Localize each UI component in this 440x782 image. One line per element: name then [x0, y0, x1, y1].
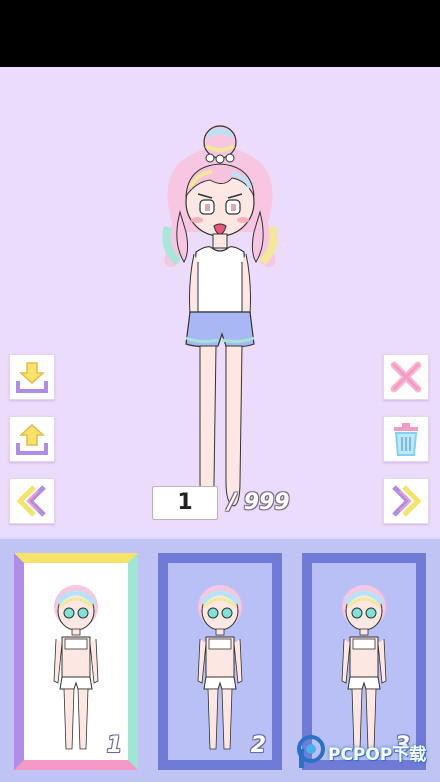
slot-doll-preview: [341, 585, 387, 750]
main-doll-character[interactable]: [150, 122, 290, 517]
next-page-button[interactable]: [383, 478, 429, 524]
save-down-button[interactable]: [9, 354, 55, 400]
watermark: PCPOP下载: [296, 734, 426, 770]
save-slot-1[interactable]: 1: [14, 553, 138, 770]
save-down-icon: [16, 362, 48, 393]
pcpop-logo: [297, 735, 325, 768]
previous-page-button[interactable]: [9, 478, 55, 524]
watermark-text: PCPOP下载: [328, 744, 427, 765]
upload-icon: [16, 423, 48, 455]
delete-button[interactable]: [383, 416, 429, 462]
slot-doll-preview: [197, 585, 243, 750]
next-page-icon: [392, 485, 422, 517]
top-black-bar: [0, 0, 440, 67]
trash-icon: [394, 423, 418, 456]
previous-page-icon: [16, 485, 46, 517]
doll-editor-stage: 1 / 999: [0, 67, 440, 537]
page-total-label: / 999: [228, 490, 290, 515]
slot-doll-preview: [53, 585, 99, 750]
save-slot-2[interactable]: 2: [158, 553, 282, 770]
save-slot-number: 2: [250, 733, 266, 758]
page-number-input[interactable]: 1: [152, 486, 218, 520]
close-button[interactable]: [383, 354, 429, 400]
save-slot-number: 1: [106, 733, 122, 758]
upload-button[interactable]: [9, 416, 55, 462]
close-icon: [390, 361, 422, 393]
